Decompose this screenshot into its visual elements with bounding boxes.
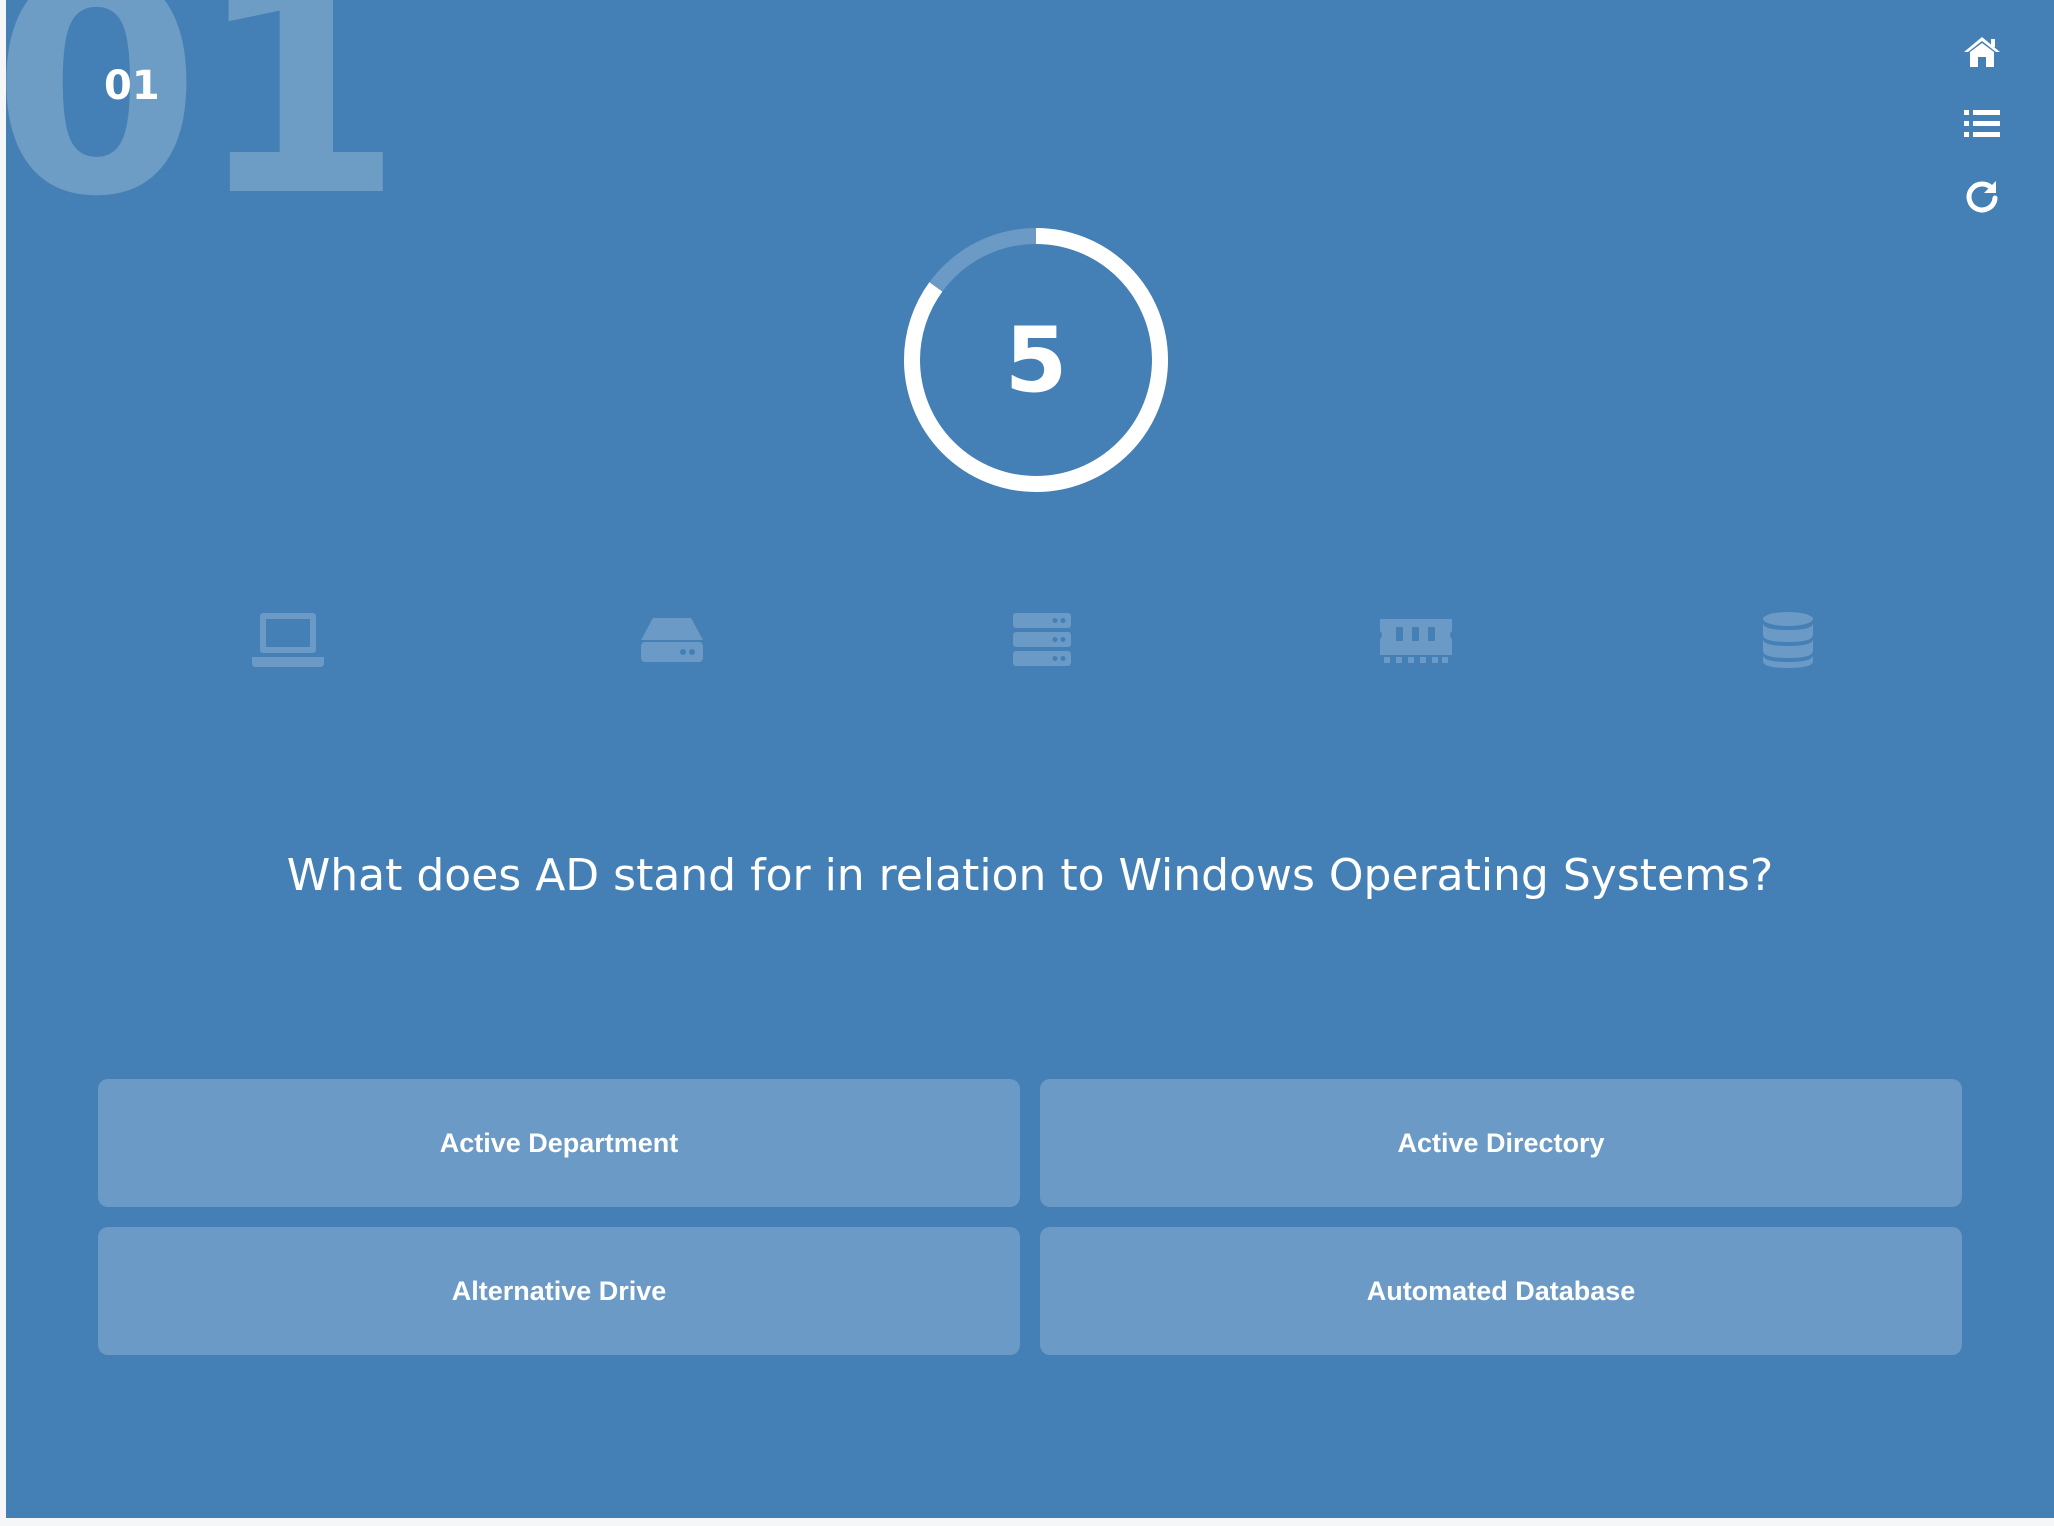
- answer-grid: Active Department Active Directory Alter…: [98, 1079, 1962, 1355]
- home-icon: [1964, 37, 2000, 67]
- answer-option-1[interactable]: Active Department: [98, 1079, 1020, 1207]
- memory-icon: [1378, 608, 1454, 672]
- refresh-icon: [1966, 181, 1998, 213]
- restart-button[interactable]: [1960, 174, 2004, 218]
- question-number: 01: [104, 63, 160, 109]
- home-button[interactable]: [1960, 30, 2004, 74]
- answer-option-4[interactable]: Automated Database: [1040, 1227, 1962, 1355]
- timer-value: 5: [1004, 307, 1068, 413]
- question-text: What does AD stand for in relation to Wi…: [286, 850, 1774, 901]
- answer-option-3[interactable]: Alternative Drive: [98, 1227, 1020, 1355]
- side-toolbar: [1958, 30, 2006, 218]
- database-icon: [1750, 608, 1826, 672]
- countdown-timer: 5: [896, 220, 1176, 500]
- laptop-icon: [250, 608, 326, 672]
- quiz-screen: 01 01 5 What does AD stand for in relati…: [6, 0, 2054, 1518]
- category-icon-row: [6, 608, 2054, 672]
- list-button[interactable]: [1960, 102, 2004, 146]
- server-icon: [1004, 608, 1080, 672]
- answer-option-2[interactable]: Active Directory: [1040, 1079, 1962, 1207]
- hard-drive-icon: [634, 608, 710, 672]
- list-icon: [1964, 110, 2000, 137]
- question-number-watermark: 01: [6, 0, 403, 262]
